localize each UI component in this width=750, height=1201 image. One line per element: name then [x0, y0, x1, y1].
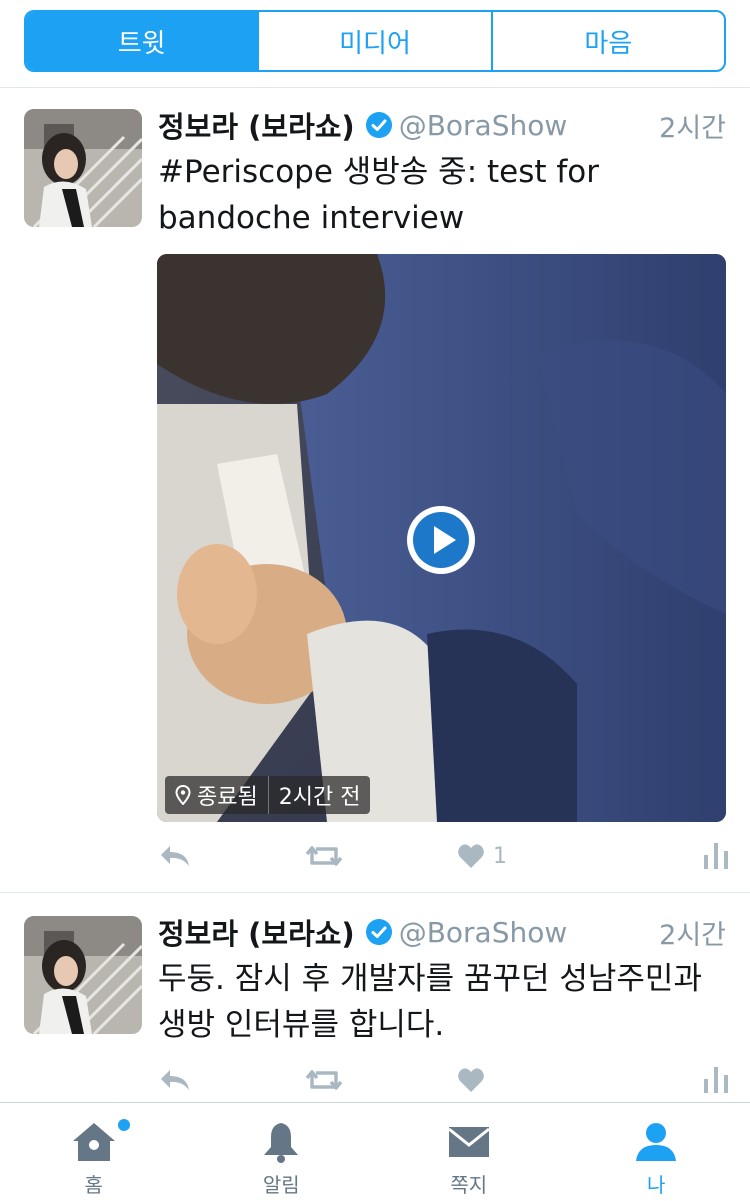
tweet-text: #Periscope 생방송 중: test for bandoche inte…	[158, 154, 600, 236]
like-count: 1	[493, 843, 507, 869]
like-button[interactable]: 1	[457, 836, 507, 876]
analytics-icon	[704, 843, 728, 869]
reply-icon	[161, 846, 189, 866]
broadcast-ago: 2시간 전	[278, 785, 361, 810]
broadcast-status-badge: 종료됨 2시간 전	[165, 776, 371, 814]
nav-home-label: 홈	[84, 1173, 103, 1197]
nav-me-label: 나	[647, 1173, 666, 1197]
display-name[interactable]: 정보라 (보라쇼)	[158, 104, 355, 146]
retweet-icon	[305, 1070, 343, 1090]
location-pin-icon	[175, 785, 191, 805]
retweet-button[interactable]	[304, 1060, 344, 1100]
tweet[interactable]: 정보라 (보라쇼) @BoraShow 2시간 #Periscope 생방송 중…	[0, 89, 750, 893]
reply-icon	[161, 1070, 189, 1090]
heart-icon	[458, 844, 484, 868]
tweet-header: 정보라 (보라쇼) @BoraShow 2시간	[158, 910, 726, 954]
video-thumbnail[interactable]: 종료됨 2시간 전	[157, 254, 726, 822]
tweet-timestamp: 2시간	[659, 112, 726, 144]
tweet[interactable]: 정보라 (보라쇼) @BoraShow 2시간 두둥. 잠시 후 개발자를 꿈꾸…	[0, 894, 750, 1102]
home-notification-dot	[118, 1119, 130, 1131]
nav-notifications[interactable]: 알림	[188, 1103, 376, 1201]
analytics-button[interactable]	[704, 1060, 728, 1100]
play-button[interactable]	[405, 504, 477, 576]
segmented-control: 트윗 미디어 마음	[24, 10, 726, 72]
bottom-tab-bar: 홈 알림 쪽지 나	[0, 1102, 750, 1201]
user-handle[interactable]: @BoraShow	[399, 109, 568, 142]
bell-icon	[264, 1123, 299, 1163]
tab-media[interactable]: 미디어	[259, 12, 493, 70]
tweet-actions: 1	[158, 836, 728, 876]
tweet-actions	[158, 1060, 728, 1100]
nav-notifications-label: 알림	[262, 1173, 300, 1197]
nav-home[interactable]: 홈	[0, 1103, 188, 1201]
analytics-button[interactable]	[704, 836, 728, 876]
display-name[interactable]: 정보라 (보라쇼)	[158, 911, 355, 953]
avatar[interactable]	[24, 109, 142, 227]
retweet-button[interactable]	[304, 836, 344, 876]
mail-icon	[447, 1127, 490, 1157]
avatar[interactable]	[24, 916, 142, 1034]
user-handle[interactable]: @BoraShow	[399, 916, 568, 949]
like-button[interactable]	[457, 1060, 493, 1100]
verified-badge-icon	[365, 918, 393, 946]
reply-button[interactable]	[158, 836, 192, 876]
home-icon	[72, 1123, 115, 1161]
nav-messages-label: 쪽지	[450, 1173, 488, 1197]
tweet-timestamp: 2시간	[659, 919, 726, 951]
reply-button[interactable]	[158, 1060, 192, 1100]
nav-me[interactable]: 나	[563, 1103, 750, 1201]
broadcast-status: 종료됨	[197, 785, 258, 810]
tweet-text: 두둥. 잠시 후 개발자를 꿈꾸던 성남주민과 생방 인터뷰를 합니다.	[158, 961, 702, 1043]
tab-likes[interactable]: 마음	[493, 12, 724, 70]
tweet-header: 정보라 (보라쇼) @BoraShow 2시간	[158, 103, 726, 147]
profile-tab-bar: 트윗 미디어 마음	[0, 0, 750, 88]
heart-icon	[458, 1068, 484, 1092]
nav-messages[interactable]: 쪽지	[375, 1103, 563, 1201]
person-icon	[636, 1123, 677, 1161]
analytics-icon	[704, 1067, 728, 1093]
tab-tweets[interactable]: 트윗	[26, 12, 260, 70]
retweet-icon	[305, 846, 343, 866]
verified-badge-icon	[365, 111, 393, 139]
